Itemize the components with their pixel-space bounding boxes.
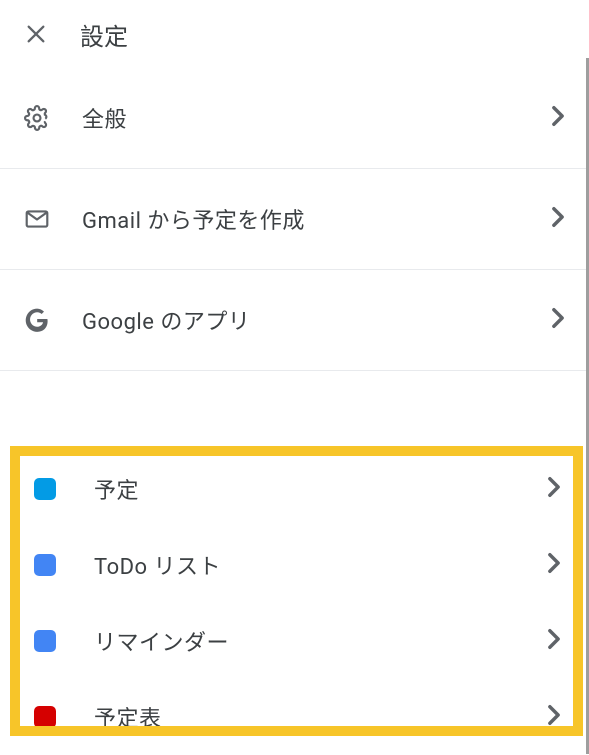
calendar-label: 予定 (94, 473, 547, 505)
settings-row-label: Gmail から予定を作成 (82, 203, 551, 235)
calendar-label: ToDo リスト (94, 549, 547, 581)
calendar-row-schedule[interactable]: 予定表 (0, 679, 589, 755)
color-chip (34, 630, 56, 652)
calendar-list: 予定 ToDo リスト リマインダー 予定表 (0, 371, 589, 755)
calendar-row-todo[interactable]: ToDo リスト (0, 527, 589, 603)
color-chip (34, 706, 56, 728)
chevron-right-icon (547, 476, 561, 502)
calendar-label: 予定表 (94, 701, 547, 733)
chevron-right-icon (547, 552, 561, 578)
calendar-row-reminders[interactable]: リマインダー (0, 603, 589, 679)
mail-icon (24, 206, 50, 232)
page-title: 設定 (80, 17, 128, 52)
settings-header: 設定 (0, 0, 589, 68)
calendar-row-events[interactable]: 予定 (0, 451, 589, 527)
calendar-label: リマインダー (94, 625, 547, 657)
chevron-right-icon (551, 307, 565, 333)
settings-row-google-apps[interactable]: Google のアプリ (0, 270, 589, 370)
color-chip (34, 554, 56, 576)
settings-row-general[interactable]: 全般 (0, 68, 589, 168)
gear-icon (24, 105, 50, 131)
color-chip (34, 478, 56, 500)
settings-row-label: Google のアプリ (82, 304, 551, 336)
settings-row-label: 全般 (82, 102, 551, 134)
chevron-right-icon (547, 628, 561, 654)
google-icon (24, 307, 50, 333)
chevron-right-icon (551, 105, 565, 131)
chevron-right-icon (547, 704, 561, 730)
settings-row-gmail[interactable]: Gmail から予定を作成 (0, 169, 589, 269)
close-icon[interactable] (24, 22, 48, 46)
chevron-right-icon (551, 206, 565, 232)
